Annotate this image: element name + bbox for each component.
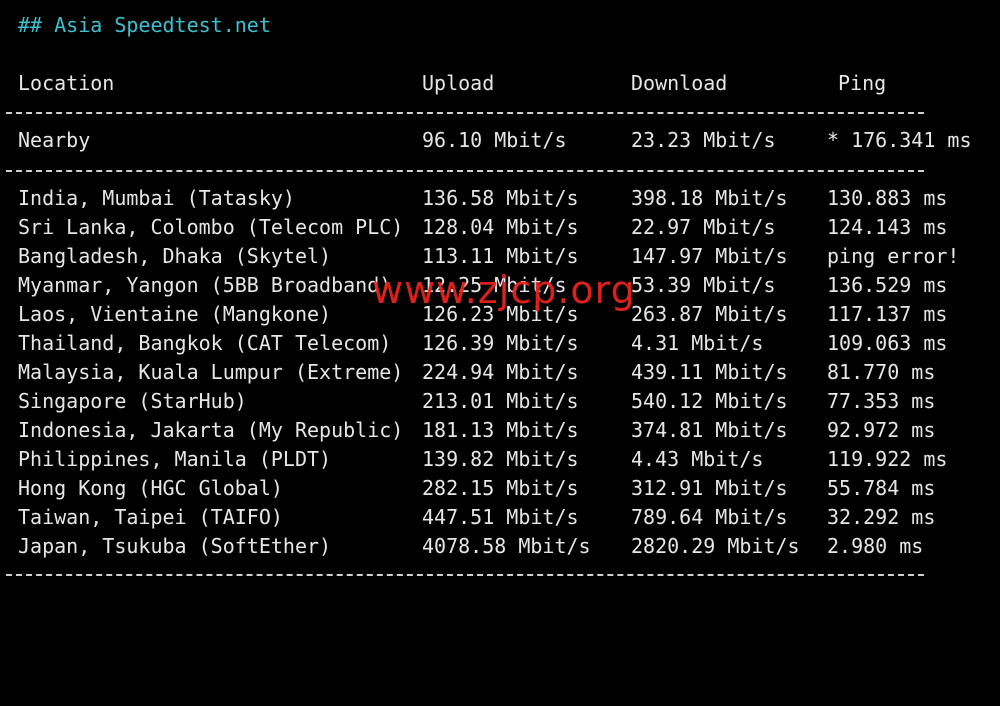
row-location: Thailand, Bangkok (CAT Telecom) xyxy=(18,331,392,355)
row-upload: 224.94 Mbit/s xyxy=(422,360,579,384)
table-row: Philippines, Manila (PLDT) 139.82 Mbit/s… xyxy=(0,445,1000,474)
table-row: Bangladesh, Dhaka (Skytel) 113.11 Mbit/s… xyxy=(0,242,1000,271)
row-download: 540.12 Mbit/s xyxy=(631,389,788,413)
download-column-header: Download xyxy=(631,71,728,95)
row-download: 2820.29 Mbit/s xyxy=(631,534,800,558)
row-location: Bangladesh, Dhaka (Skytel) xyxy=(18,244,332,268)
row-location: Philippines, Manila (PLDT) xyxy=(18,447,332,471)
row-ping: 92.972 ms xyxy=(827,418,936,442)
row-download: 312.91 Mbit/s xyxy=(631,476,788,500)
row-upload: 213.01 Mbit/s xyxy=(422,389,579,413)
row-location: Sri Lanka, Colombo (Telecom PLC) xyxy=(18,215,404,239)
row-upload: 128.04 Mbit/s xyxy=(422,215,579,239)
row-download: 439.11 Mbit/s xyxy=(631,360,788,384)
row-ping: 130.883 ms xyxy=(827,186,948,210)
row-download: 374.81 Mbit/s xyxy=(631,418,788,442)
row-upload: 126.39 Mbit/s xyxy=(422,331,579,355)
row-location: Hong Kong (HGC Global) xyxy=(18,476,283,500)
nearby-divider xyxy=(6,170,924,172)
table-row: Hong Kong (HGC Global) 282.15 Mbit/s 312… xyxy=(0,474,1000,503)
row-download: 147.97 Mbit/s xyxy=(631,244,788,268)
row-download: 263.87 Mbit/s xyxy=(631,302,788,326)
nearby-row: Nearby 96.10 Mbit/s 23.23 Mbit/s * 176.3… xyxy=(0,126,1000,155)
row-download: 4.31 Mbit/s xyxy=(631,331,764,355)
nearby-location: Nearby xyxy=(18,128,91,152)
row-ping: 32.292 ms xyxy=(827,505,936,529)
row-upload: 4078.58 Mbit/s xyxy=(422,534,591,558)
row-upload: 181.13 Mbit/s xyxy=(422,418,579,442)
nearby-download: 23.23 Mbit/s xyxy=(631,128,776,152)
row-ping: 119.922 ms xyxy=(827,447,948,471)
row-location: Malaysia, Kuala Lumpur (Extreme) xyxy=(18,360,404,384)
footer-divider xyxy=(6,574,924,576)
row-upload: 136.58 Mbit/s xyxy=(422,186,579,210)
table-row: Indonesia, Jakarta (My Republic) 181.13 … xyxy=(0,416,1000,445)
row-upload: 282.15 Mbit/s xyxy=(422,476,579,500)
row-location: Myanmar, Yangon (5BB Broadband) xyxy=(18,273,392,297)
row-ping: 81.770 ms xyxy=(827,360,936,384)
header-divider xyxy=(6,112,924,114)
nearby-ping: * 176.341 ms xyxy=(827,128,972,152)
row-download: 398.18 Mbit/s xyxy=(631,186,788,210)
row-ping: 77.353 ms xyxy=(827,389,936,413)
table-row: Japan, Tsukuba (SoftEther) 4078.58 Mbit/… xyxy=(0,532,1000,561)
row-ping: ping error! xyxy=(827,244,960,268)
terminal-output: ## Asia Speedtest.net Location Upload Do… xyxy=(0,0,1000,587)
row-ping: 117.137 ms xyxy=(827,302,948,326)
column-header-row: Location Upload Download Ping xyxy=(0,69,1000,98)
watermark: www.zjcp.org xyxy=(372,268,636,312)
row-upload: 113.11 Mbit/s xyxy=(422,244,579,268)
row-download: 4.43 Mbit/s xyxy=(631,447,764,471)
row-location: India, Mumbai (Tatasky) xyxy=(18,186,295,210)
row-ping: 136.529 ms xyxy=(827,273,948,297)
row-location: Taiwan, Taipei (TAIFO) xyxy=(18,505,283,529)
location-column-header: Location xyxy=(18,71,115,95)
table-row: Malaysia, Kuala Lumpur (Extreme) 224.94 … xyxy=(0,358,1000,387)
row-download: 789.64 Mbit/s xyxy=(631,505,788,529)
upload-column-header: Upload xyxy=(422,71,495,95)
row-download: 22.97 Mbit/s xyxy=(631,215,776,239)
row-upload: 447.51 Mbit/s xyxy=(422,505,579,529)
row-ping: 124.143 ms xyxy=(827,215,948,239)
row-location: Japan, Tsukuba (SoftEther) xyxy=(18,534,332,558)
row-ping: 55.784 ms xyxy=(827,476,936,500)
row-ping: 109.063 ms xyxy=(827,331,948,355)
ping-column-header: Ping xyxy=(838,71,887,95)
row-upload: 139.82 Mbit/s xyxy=(422,447,579,471)
row-location: Indonesia, Jakarta (My Republic) xyxy=(18,418,404,442)
row-ping: 2.980 ms xyxy=(827,534,924,558)
table-row: Sri Lanka, Colombo (Telecom PLC) 128.04 … xyxy=(0,213,1000,242)
table-row: Singapore (StarHub) 213.01 Mbit/s 540.12… xyxy=(0,387,1000,416)
row-location: Singapore (StarHub) xyxy=(18,389,247,413)
table-row: Taiwan, Taipei (TAIFO) 447.51 Mbit/s 789… xyxy=(0,503,1000,532)
row-download: 53.39 Mbit/s xyxy=(631,273,776,297)
table-row: India, Mumbai (Tatasky) 136.58 Mbit/s 39… xyxy=(0,184,1000,213)
row-location: Laos, Vientaine (Mangkone) xyxy=(18,302,332,326)
nearby-upload: 96.10 Mbit/s xyxy=(422,128,567,152)
table-row: Thailand, Bangkok (CAT Telecom) 126.39 M… xyxy=(0,329,1000,358)
section-heading: ## Asia Speedtest.net xyxy=(18,13,271,37)
